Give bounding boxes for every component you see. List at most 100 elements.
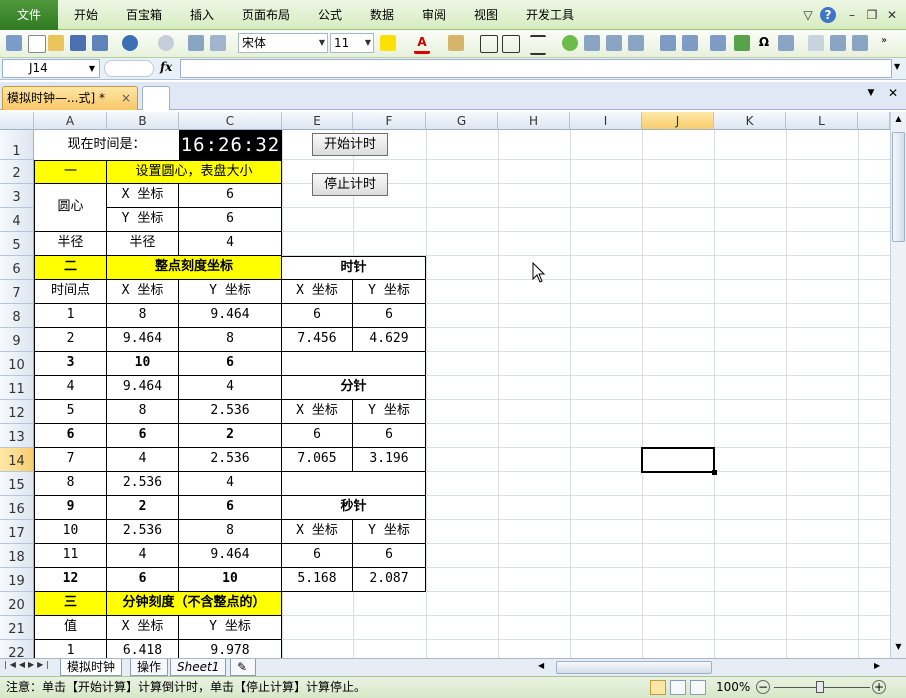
table-cell[interactable]: 2.536 bbox=[179, 400, 282, 424]
empty-cell[interactable] bbox=[282, 352, 426, 376]
table-cell[interactable]: 4 bbox=[107, 544, 179, 568]
center-y-value[interactable]: 6 bbox=[179, 208, 282, 232]
page-setup-icon[interactable] bbox=[852, 35, 868, 51]
page-layout-view-icon[interactable] bbox=[670, 680, 686, 695]
cut-icon[interactable] bbox=[6, 35, 22, 51]
tab-view[interactable]: 视图 bbox=[466, 0, 506, 30]
column-header-j[interactable]: J bbox=[642, 112, 714, 130]
table-cell[interactable]: 2.536 bbox=[179, 448, 282, 472]
tab-home[interactable]: 开始 bbox=[64, 0, 108, 30]
picture-icon[interactable] bbox=[778, 35, 794, 51]
hour-hand-x1[interactable]: 6 bbox=[282, 304, 353, 328]
radius-value[interactable]: 4 bbox=[179, 232, 282, 256]
table-cell[interactable]: 9.464 bbox=[107, 328, 179, 352]
table-cell[interactable]: 10 bbox=[34, 520, 107, 544]
undo-icon[interactable] bbox=[122, 35, 138, 51]
table-cell[interactable]: 4 bbox=[107, 448, 179, 472]
open-folder-icon[interactable] bbox=[48, 35, 64, 51]
table-cell[interactable]: 8 bbox=[107, 400, 179, 424]
table-cell[interactable]: 2.536 bbox=[107, 520, 179, 544]
redo-icon[interactable] bbox=[158, 35, 174, 51]
fill-color-icon[interactable] bbox=[380, 35, 396, 51]
table-cell[interactable]: 4 bbox=[179, 472, 282, 496]
font-color-icon[interactable]: A bbox=[414, 35, 430, 54]
restore-icon[interactable]: ❐ bbox=[864, 7, 880, 23]
table-cell[interactable]: 6 bbox=[107, 424, 179, 448]
save-icon[interactable] bbox=[70, 35, 86, 51]
column-header-m[interactable] bbox=[858, 112, 890, 130]
spreadsheet-grid[interactable]: A B C E F G H I J K L 1 2 3 4 5 6 7 8 9 … bbox=[0, 112, 890, 658]
row-header-12[interactable]: 12 bbox=[0, 400, 34, 424]
row-header-7[interactable]: 7 bbox=[0, 280, 34, 304]
zoom-in-icon[interactable]: + bbox=[872, 680, 886, 694]
column-header-c[interactable]: C bbox=[179, 112, 282, 130]
select-all-corner[interactable] bbox=[0, 112, 34, 130]
column-header-a[interactable]: A bbox=[34, 112, 107, 130]
font-size-select[interactable]: 11 ▼ bbox=[330, 33, 374, 53]
row-header-8[interactable]: 8 bbox=[0, 304, 34, 328]
table-cell[interactable]: 2 bbox=[179, 424, 282, 448]
row-header-3[interactable]: 3 bbox=[0, 184, 34, 208]
format-painter-icon[interactable] bbox=[448, 35, 464, 51]
scroll-up-icon[interactable]: ▲ bbox=[892, 114, 905, 128]
minute-hand-y2[interactable]: 3.196 bbox=[353, 448, 426, 472]
zoom-slider-thumb[interactable] bbox=[816, 681, 824, 693]
column-header-g[interactable]: G bbox=[426, 112, 498, 130]
table-cell[interactable]: 10 bbox=[107, 352, 179, 376]
table-cell[interactable]: 6 bbox=[179, 352, 282, 376]
table-cell[interactable]: 9.464 bbox=[107, 376, 179, 400]
active-cell-j14[interactable] bbox=[641, 447, 717, 475]
vertical-scrollbar[interactable]: ▲ ▼ bbox=[890, 112, 906, 658]
tab-list-icon[interactable]: ▼ bbox=[862, 88, 880, 104]
table-cell[interactable]: 8 bbox=[179, 520, 282, 544]
workbook-tab-active[interactable]: 模拟时钟—...式] * × bbox=[2, 86, 138, 110]
zoom-icon[interactable] bbox=[562, 35, 578, 51]
print-icon[interactable] bbox=[830, 35, 846, 51]
minute-hand-y1[interactable]: 6 bbox=[353, 424, 426, 448]
start-timer-button[interactable]: 开始计时 bbox=[312, 133, 388, 156]
table-cell[interactable]: 9 bbox=[34, 496, 107, 520]
table-cell[interactable]: 2 bbox=[34, 328, 107, 352]
hscroll-thumb[interactable] bbox=[556, 661, 712, 674]
formula-toggle[interactable] bbox=[104, 60, 154, 77]
row-header-20[interactable]: 20 bbox=[0, 592, 34, 616]
page-break-view-icon[interactable] bbox=[690, 680, 706, 695]
row-header-2[interactable]: 2 bbox=[0, 160, 34, 184]
image-icon[interactable] bbox=[606, 35, 622, 51]
sheet-nav-icon[interactable]: |◀◀▶▶| bbox=[4, 660, 58, 675]
tab-insert[interactable]: 插入 bbox=[182, 0, 222, 30]
column-header-e[interactable]: E bbox=[282, 112, 353, 130]
name-box[interactable]: J14 ▼ bbox=[2, 59, 100, 78]
table-cell[interactable]: 2.536 bbox=[107, 472, 179, 496]
table-cell[interactable]: 5 bbox=[34, 400, 107, 424]
hour-hand-y1[interactable]: 6 bbox=[353, 304, 426, 328]
column-header-k[interactable]: K bbox=[714, 112, 786, 130]
row-header-6[interactable]: 6 bbox=[0, 256, 34, 280]
ribbon-collapse-icon[interactable]: ▽ bbox=[800, 7, 816, 23]
pivot-icon[interactable] bbox=[660, 35, 676, 51]
second-hand-x2[interactable]: 5.168 bbox=[282, 568, 353, 592]
tab-file[interactable]: 文件 bbox=[0, 0, 58, 30]
stop-timer-button[interactable]: 停止计时 bbox=[312, 173, 388, 196]
table-cell[interactable]: 1 bbox=[34, 640, 107, 658]
font-name-select[interactable]: 宋体 ▼ bbox=[238, 33, 328, 53]
sheet-tab-clock[interactable]: 模拟时钟 bbox=[60, 659, 123, 676]
hscroll-left-icon[interactable]: ◀ bbox=[538, 661, 550, 674]
close-workbook-icon[interactable]: ✕ bbox=[884, 86, 902, 104]
table-cell[interactable]: 9.464 bbox=[179, 304, 282, 328]
second-hand-x1[interactable]: 6 bbox=[282, 544, 353, 568]
table-cell[interactable]: 2 bbox=[107, 496, 179, 520]
more-icon[interactable]: » bbox=[876, 35, 892, 51]
row-header-22[interactable]: 22 bbox=[0, 640, 34, 658]
print-preview-icon[interactable] bbox=[210, 35, 226, 51]
new-file-icon[interactable] bbox=[28, 35, 46, 53]
minute-hand-x2[interactable]: 7.065 bbox=[282, 448, 353, 472]
table-cell[interactable]: 1 bbox=[34, 304, 107, 328]
empty-cell[interactable] bbox=[282, 472, 426, 496]
second-hand-y2[interactable]: 2.087 bbox=[353, 568, 426, 592]
close-icon[interactable]: ✕ bbox=[884, 7, 900, 23]
new-tab-button[interactable] bbox=[142, 86, 170, 110]
row-header-15[interactable]: 15 bbox=[0, 472, 34, 496]
minimize-icon[interactable]: – bbox=[844, 7, 860, 23]
chart-icon[interactable] bbox=[682, 35, 698, 51]
